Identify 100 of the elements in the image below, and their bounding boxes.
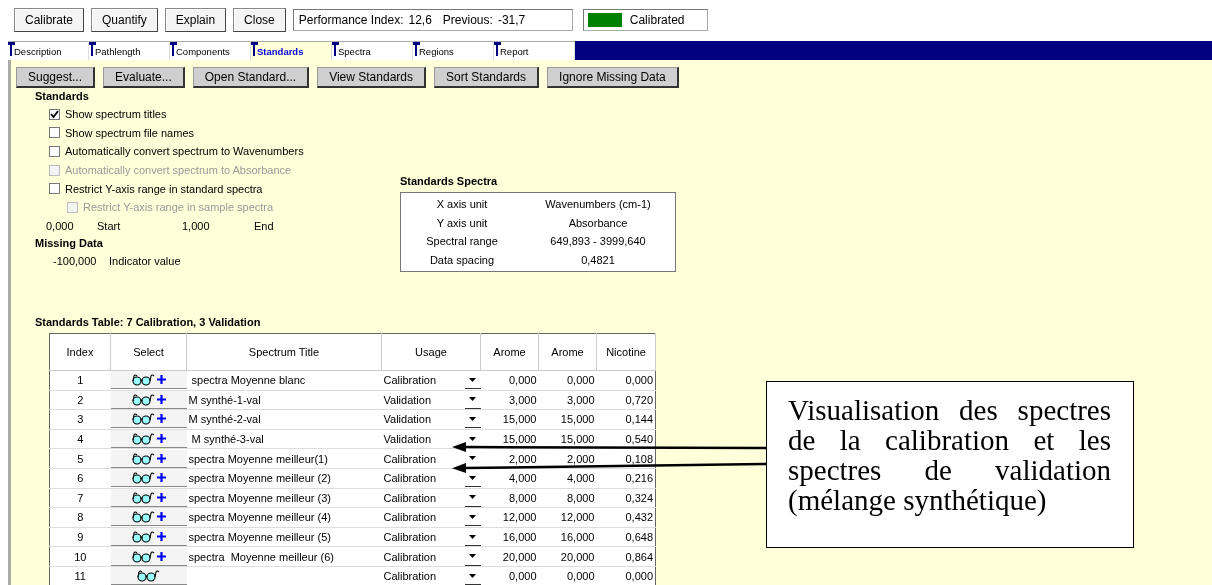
- toolbar-button[interactable]: Explain: [164, 8, 227, 32]
- select-button[interactable]: [110, 449, 187, 468]
- range-label: End: [254, 219, 275, 232]
- tab[interactable]: Spectra: [332, 41, 413, 60]
- checkbox-label: Show spectrum titles: [65, 108, 167, 121]
- table-cell: 3,000: [538, 390, 597, 410]
- range-value: 1,000: [182, 219, 211, 232]
- table-cell: 10: [49, 546, 111, 567]
- previous-label: Previous:: [442, 13, 493, 27]
- table-cell: M synthé-2-val: [186, 409, 382, 430]
- checkbox[interactable]: [49, 183, 60, 195]
- select-button[interactable]: [110, 371, 187, 390]
- table-cell: 0,720: [596, 390, 656, 410]
- select-button[interactable]: [110, 547, 187, 566]
- table-cell: spectra Moyenne blanc: [186, 370, 382, 391]
- checkbox[interactable]: [49, 108, 60, 120]
- glasses-icon: [131, 412, 156, 426]
- tab[interactable]: Standards: [251, 41, 332, 60]
- table-cell: 7: [49, 488, 111, 508]
- table-cell: 0,432: [596, 507, 656, 528]
- toolbar-button[interactable]: Calibrate: [14, 8, 85, 32]
- usage-dropdown[interactable]: Validation: [381, 430, 481, 449]
- table-cell: spectra Moyenne meilleur(1): [186, 448, 382, 469]
- checkbox-label: Restrict Y-axis range in sample spectra: [83, 201, 274, 214]
- select-button[interactable]: [110, 508, 187, 527]
- checkbox[interactable]: [49, 146, 60, 157]
- toolbar-button[interactable]: Quantify: [91, 8, 158, 32]
- table-cell: 12,000: [538, 507, 597, 528]
- table-cell: 15,000: [480, 429, 539, 449]
- table-cell: M synthé-3-val: [186, 429, 382, 449]
- table-cell: 3,000: [480, 390, 539, 410]
- section-title: Missing Data: [35, 235, 104, 251]
- usage-dropdown[interactable]: Calibration: [381, 371, 481, 390]
- glasses-icon: [136, 569, 161, 583]
- table-cell: M synthé-1-val: [186, 390, 382, 410]
- table-cell: 8,000: [480, 488, 539, 508]
- table-cell: 0,000: [538, 370, 597, 391]
- glasses-icon: [131, 432, 156, 446]
- action-button[interactable]: Ignore Missing Data: [547, 67, 679, 88]
- section-title: Standards Spectra: [400, 174, 499, 189]
- column-header: Arome: [538, 333, 597, 371]
- usage-dropdown[interactable]: Calibration: [381, 547, 481, 566]
- table-cell: 1: [49, 370, 111, 391]
- action-button[interactable]: View Standards: [317, 67, 426, 88]
- table-cell: 12,000: [480, 507, 539, 528]
- toolbar-button[interactable]: Close: [233, 8, 286, 32]
- usage-dropdown[interactable]: Calibration: [381, 449, 481, 468]
- action-button[interactable]: Suggest...: [16, 67, 96, 88]
- checkbox[interactable]: [49, 127, 60, 139]
- indicator-label: Indicator value: [109, 254, 182, 267]
- usage-dropdown[interactable]: Calibration: [381, 508, 481, 527]
- info-value: 649,893 - 3999,640: [549, 234, 647, 249]
- status-label: Calibrated: [629, 13, 685, 27]
- glasses-icon: [131, 373, 156, 387]
- usage-dropdown[interactable]: Calibration: [381, 528, 481, 547]
- action-button[interactable]: Open Standard...: [192, 67, 310, 88]
- tab[interactable]: Components: [170, 41, 251, 60]
- checkbox-label: Automatically convert spectrum to Absorbance: [65, 164, 292, 177]
- range-label: Start: [97, 219, 122, 232]
- info-label: X axis unit: [435, 197, 489, 212]
- table-cell: 0,000: [596, 566, 656, 585]
- info-label: Y axis unit: [435, 215, 489, 231]
- tab[interactable]: Pathlength: [89, 41, 170, 60]
- table-cell: 9: [49, 527, 111, 547]
- glasses-icon: [131, 510, 156, 524]
- checkbox-label: Show spectrum file names: [65, 126, 194, 139]
- glasses-icon: [131, 530, 156, 544]
- column-header: Select: [110, 333, 187, 371]
- table-cell: 0,000: [480, 566, 539, 585]
- action-button[interactable]: Evaluate...: [103, 67, 185, 88]
- table-cell: 2,000: [538, 448, 597, 469]
- select-button[interactable]: [110, 528, 187, 547]
- table-cell: spectra Moyenne meilleur (5): [186, 527, 382, 547]
- table-cell: 0,540: [596, 429, 656, 449]
- tab[interactable]: Report: [494, 41, 575, 60]
- info-value: 0,4821: [580, 252, 616, 268]
- table-cell: 20,000: [480, 546, 539, 567]
- tab[interactable]: Regions: [413, 41, 494, 60]
- column-header: Nicotine: [596, 333, 656, 371]
- table-cell: 0,000: [480, 370, 539, 391]
- select-button[interactable]: [110, 567, 187, 585]
- select-button[interactable]: [110, 469, 187, 488]
- indicator-value: -100,000: [52, 254, 98, 267]
- table-cell: 15,000: [538, 429, 597, 449]
- table-cell: 0,864: [596, 546, 656, 567]
- table-cell: 15,000: [480, 409, 539, 430]
- usage-dropdown[interactable]: Calibration: [381, 488, 481, 507]
- usage-dropdown[interactable]: Validation: [381, 410, 481, 429]
- select-button[interactable]: [110, 410, 187, 429]
- tab[interactable]: Description: [8, 41, 89, 60]
- table-cell: 0,216: [596, 468, 656, 489]
- column-header: Arome: [480, 333, 539, 371]
- table-cell: 4: [49, 429, 111, 449]
- table-cell: 0,000: [596, 370, 656, 391]
- usage-dropdown[interactable]: Calibration: [381, 469, 481, 488]
- usage-dropdown[interactable]: Calibration: [381, 567, 481, 585]
- usage-dropdown[interactable]: Validation: [381, 390, 481, 409]
- select-button[interactable]: [110, 430, 187, 449]
- glasses-icon: [131, 549, 156, 563]
- action-button[interactable]: Sort Standards: [434, 67, 540, 88]
